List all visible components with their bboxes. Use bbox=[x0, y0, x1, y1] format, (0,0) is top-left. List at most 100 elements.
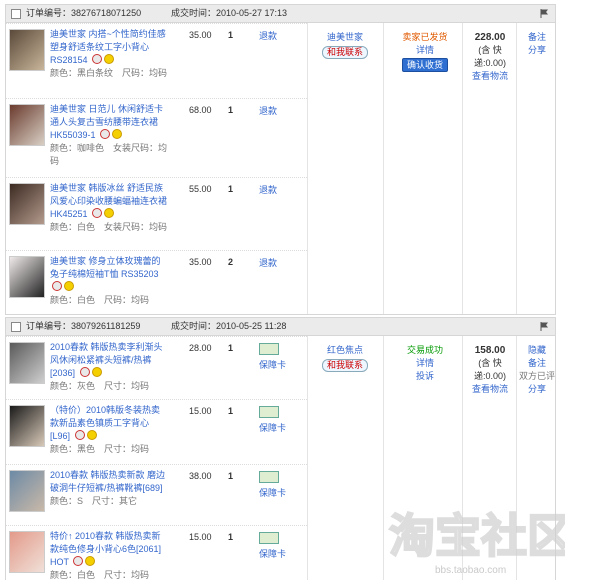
gold-badge-icon bbox=[104, 54, 115, 64]
list-item: 迪美世家 内搭~个性简约佳感塑身舒适条纹工字小背心 RS28154 颜色：黑白条… bbox=[6, 23, 307, 98]
total-cell: 228.00 (含 快递:0.00) 查看物流 bbox=[464, 31, 516, 83]
product-title[interactable]: 2010春款 韩版热卖新款 磨边破洞牛仔短裤/热裤靴裤[689] bbox=[50, 470, 165, 493]
product-thumbnail[interactable] bbox=[9, 531, 45, 573]
seller-cell: 迪美世家 和我联系 bbox=[311, 31, 379, 59]
list-item: 迪美世家 修身立体玫瑰蕾的兔子纯棉短袖T恤 RS35203 颜色：白色 尺码：均… bbox=[6, 250, 307, 313]
promo-badge-icon bbox=[92, 54, 103, 64]
unit-price: 28.00 bbox=[189, 343, 212, 353]
product-title[interactable]: 特价↑ 2010春款 韩版热卖新款纯色修身小背心6色[2061] HOT bbox=[50, 531, 161, 567]
total-amount: 228.00 bbox=[474, 32, 506, 43]
promo-badge-icon bbox=[79, 367, 90, 377]
refund-link[interactable]: 退款 bbox=[259, 257, 277, 270]
ops-cell: 隐藏 备注 双方已评 分享 bbox=[518, 344, 556, 396]
deal-time: 成交时间：2010-05-27 17:13 bbox=[171, 8, 288, 18]
product-thumbnail[interactable] bbox=[9, 256, 45, 298]
guarantee-card-link[interactable]: 保障卡 bbox=[259, 360, 286, 370]
quantity: 1 bbox=[228, 343, 234, 353]
status-cell: 交易成功 详情 投诉 bbox=[387, 344, 463, 383]
promo-badge-icon bbox=[52, 281, 62, 291]
product-thumbnail[interactable] bbox=[9, 29, 45, 71]
order-header: 订单编号：38079261181259 成交时间：2010-05-25 11:2… bbox=[6, 318, 555, 336]
order-number: 订单编号：38276718071250 bbox=[26, 8, 142, 18]
product-attrs: 颜色：灰色 尺寸：均码 bbox=[50, 381, 150, 391]
promo-badge-icon bbox=[92, 208, 103, 218]
product-attrs: 颜色：黑色 尺寸：均码 bbox=[50, 444, 150, 454]
detail-link[interactable]: 详情 bbox=[416, 358, 434, 368]
product-title[interactable]: 迪美世家 修身立体玫瑰蕾的兔子纯棉短袖T恤 RS35203 bbox=[50, 256, 161, 279]
guarantee-card-link[interactable]: 保障卡 bbox=[259, 423, 286, 433]
unit-price: 68.00 bbox=[189, 105, 212, 115]
hide-link[interactable]: 隐藏 bbox=[528, 345, 546, 355]
total-amount: 158.00 bbox=[474, 345, 506, 356]
list-item: 2010春款 韩版热卖李利渐头风休闲松紧裤头短裤/热裤[2036] 颜色：灰色 … bbox=[6, 336, 307, 399]
product-attrs: 颜色：黑白条纹 尺码：均码 bbox=[50, 68, 168, 78]
product-title[interactable]: （特价）2010韩版冬装热卖款新品素色镇质工字背心[L96] bbox=[50, 405, 160, 441]
order-header: 订单编号：38276718071250 成交时间：2010-05-27 17:1… bbox=[6, 5, 555, 23]
share-link[interactable]: 分享 bbox=[528, 45, 546, 55]
product-title[interactable]: 2010春款 韩版热卖李利渐头风休闲松紧裤头短裤/热裤[2036] bbox=[50, 342, 163, 378]
order-checkbox[interactable] bbox=[11, 322, 21, 332]
product-thumbnail[interactable] bbox=[9, 405, 45, 447]
seller-name[interactable]: 红色焦点 bbox=[327, 345, 363, 355]
guarantee-icon bbox=[259, 343, 279, 355]
unit-price: 38.00 bbox=[189, 471, 212, 481]
product-thumbnail[interactable] bbox=[9, 183, 45, 225]
watermark-url: bbs.taobao.com bbox=[435, 565, 507, 576]
contact-button[interactable]: 和我联系 bbox=[321, 359, 368, 372]
refund-link[interactable]: 退款 bbox=[259, 184, 277, 197]
complaint-link[interactable]: 投诉 bbox=[416, 371, 434, 381]
view-logistics-link[interactable]: 查看物流 bbox=[472, 384, 508, 394]
view-logistics-link[interactable]: 查看物流 bbox=[472, 71, 508, 81]
seller-name[interactable]: 迪美世家 bbox=[327, 32, 363, 42]
guarantee-icon bbox=[259, 532, 279, 544]
note-link[interactable]: 备注 bbox=[528, 32, 546, 42]
rated-label: 双方已评 bbox=[518, 371, 555, 381]
svg-text:淘宝社区: 淘宝社区 bbox=[389, 509, 565, 563]
gold-badge-icon bbox=[85, 556, 96, 566]
shipping-fee: (含 快递:0.00) bbox=[473, 45, 506, 68]
unit-price: 35.00 bbox=[189, 30, 212, 40]
detail-link[interactable]: 详情 bbox=[416, 45, 434, 55]
quantity: 1 bbox=[228, 30, 234, 40]
order-card: 订单编号：38276718071250 成交时间：2010-05-27 17:1… bbox=[5, 4, 556, 315]
guarantee-icon bbox=[259, 406, 279, 418]
gold-badge-icon bbox=[91, 367, 102, 377]
flag-icon[interactable] bbox=[540, 322, 549, 331]
quantity: 1 bbox=[228, 105, 234, 115]
promo-badge-icon bbox=[74, 430, 85, 440]
shipping-fee: (含 快递:0.00) bbox=[473, 358, 506, 381]
unit-price: 35.00 bbox=[189, 257, 212, 267]
promo-badge-icon bbox=[73, 556, 84, 566]
confirm-receipt-button[interactable]: 确认收货 bbox=[401, 58, 448, 72]
status-text: 卖家已发货 bbox=[402, 32, 448, 42]
quantity: 2 bbox=[228, 257, 234, 267]
quantity: 1 bbox=[228, 471, 234, 481]
order-checkbox[interactable] bbox=[11, 9, 21, 19]
note-link[interactable]: 备注 bbox=[528, 358, 546, 368]
unit-price: 15.00 bbox=[189, 532, 212, 542]
share-link[interactable]: 分享 bbox=[528, 384, 546, 394]
guarantee-card-link[interactable]: 保障卡 bbox=[259, 488, 286, 498]
product-attrs: 颜色：S 尺寸：其它 bbox=[50, 496, 138, 506]
gold-badge-icon bbox=[86, 430, 97, 440]
ops-cell: 备注 分享 bbox=[518, 31, 556, 57]
product-thumbnail[interactable] bbox=[9, 342, 45, 384]
list-item: 2010春款 韩版热卖新款 磨边破洞牛仔短裤/热裤靴裤[689] 颜色：S 尺寸… bbox=[6, 464, 307, 525]
flag-icon[interactable] bbox=[540, 9, 549, 18]
order-number: 订单编号：38079261181259 bbox=[26, 321, 141, 331]
product-attrs: 颜色：咖啡色 女装尺码：均码 bbox=[50, 143, 168, 166]
refund-link[interactable]: 退款 bbox=[259, 30, 277, 43]
product-thumbnail[interactable] bbox=[9, 470, 45, 512]
guarantee-card-link[interactable]: 保障卡 bbox=[259, 549, 286, 559]
quantity: 1 bbox=[228, 184, 234, 194]
total-cell: 158.00 (含 快递:0.00) 查看物流 bbox=[464, 344, 516, 396]
contact-button[interactable]: 和我联系 bbox=[321, 46, 368, 59]
gold-badge-icon bbox=[104, 208, 115, 218]
refund-link[interactable]: 退款 bbox=[259, 105, 277, 118]
gold-badge-icon bbox=[64, 281, 74, 291]
product-attrs: 颜色：白色 女装尺码：均码 bbox=[50, 222, 168, 232]
quantity: 1 bbox=[228, 406, 234, 416]
list-item: 特价↑ 2010春款 韩版热卖新款纯色修身小背心6色[2061] HOT 颜色：… bbox=[6, 525, 307, 581]
promo-badge-icon bbox=[100, 129, 111, 139]
product-thumbnail[interactable] bbox=[9, 104, 45, 146]
